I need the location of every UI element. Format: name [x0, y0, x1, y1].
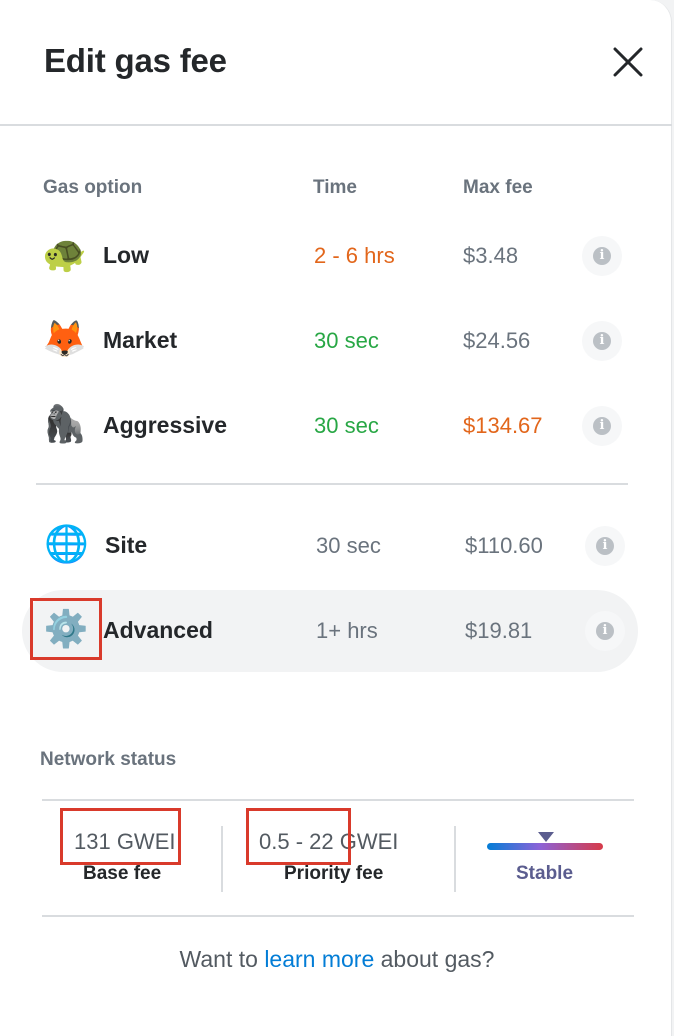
base-fee-highlight [60, 808, 181, 865]
gas-option-time: 1+ hrs [316, 618, 378, 643]
priority-fee-highlight [246, 808, 351, 865]
gas-option-low[interactable]: 🐢 Low 2 - 6 hrs $3.48 i [22, 215, 638, 297]
gas-option-label: Market [103, 327, 178, 353]
page-title: Edit gas fee [44, 42, 227, 79]
network-status-label: Stable [516, 863, 574, 884]
options-divider [36, 483, 628, 485]
gas-option-label: Low [103, 242, 149, 268]
info-icon[interactable]: i [582, 236, 622, 276]
gas-option-label: Aggressive [103, 412, 228, 438]
column-header-time: Time [313, 177, 358, 198]
edit-gas-fee-panel: Edit gas fee Gas option Time Max fee 🐢 L… [0, 0, 672, 1036]
column-header-max-fee: Max fee [463, 177, 533, 198]
network-divider-top [42, 799, 634, 801]
gas-option-aggressive[interactable]: 🦍 Aggressive 30 sec $134.67 i [22, 385, 638, 467]
status-pointer-icon [538, 832, 554, 842]
gorilla-icon: 🦍 [42, 403, 87, 444]
close-icon[interactable] [610, 44, 646, 80]
network-status-title: Network status [40, 749, 177, 770]
gas-option-max-fee: $3.48 [463, 243, 519, 268]
column-separator [454, 826, 456, 892]
gas-option-max-fee: $134.67 [463, 413, 543, 438]
gas-option-label: Advanced [103, 617, 213, 643]
gas-option-max-fee: $24.56 [463, 328, 531, 353]
network-status-gauge [487, 843, 603, 850]
learn-more-footer: Want to learn more about gas? [0, 946, 674, 973]
learn-more-link[interactable]: learn more [264, 946, 374, 972]
fox-icon: 🦊 [42, 318, 87, 359]
footer-prefix: Want to [179, 946, 265, 972]
column-header-gas-option: Gas option [43, 177, 143, 198]
turtle-icon: 🐢 [42, 233, 87, 274]
gas-option-time: 30 sec [316, 533, 381, 558]
column-separator [221, 826, 223, 892]
gas-option-time: 30 sec [314, 413, 379, 438]
gear-icon: ⚙️ [30, 598, 102, 660]
gas-option-max-fee: $110.60 [465, 533, 543, 558]
gas-option-time: 30 sec [314, 328, 379, 353]
gas-option-time: 2 - 6 hrs [314, 243, 395, 268]
globe-icon: 🌐 [44, 523, 89, 564]
gas-option-advanced[interactable]: ⚙️ Advanced 1+ hrs $19.81 i [22, 590, 638, 672]
gas-option-label: Site [105, 532, 148, 558]
gas-option-market[interactable]: 🦊 Market 30 sec $24.56 i [22, 300, 638, 382]
info-icon[interactable]: i [582, 406, 622, 446]
footer-suffix: about gas? [374, 946, 495, 972]
panel-header: Edit gas fee [0, 0, 672, 126]
base-fee-label: Base fee [83, 863, 162, 884]
info-icon[interactable]: i [585, 611, 625, 651]
gas-option-site[interactable]: 🌐 Site 30 sec $110.60 i [22, 505, 638, 587]
gas-option-max-fee: $19.81 [465, 618, 533, 643]
priority-fee-label: Priority fee [284, 863, 384, 884]
network-divider-bottom [42, 915, 634, 917]
info-icon[interactable]: i [582, 321, 622, 361]
info-icon[interactable]: i [585, 526, 625, 566]
